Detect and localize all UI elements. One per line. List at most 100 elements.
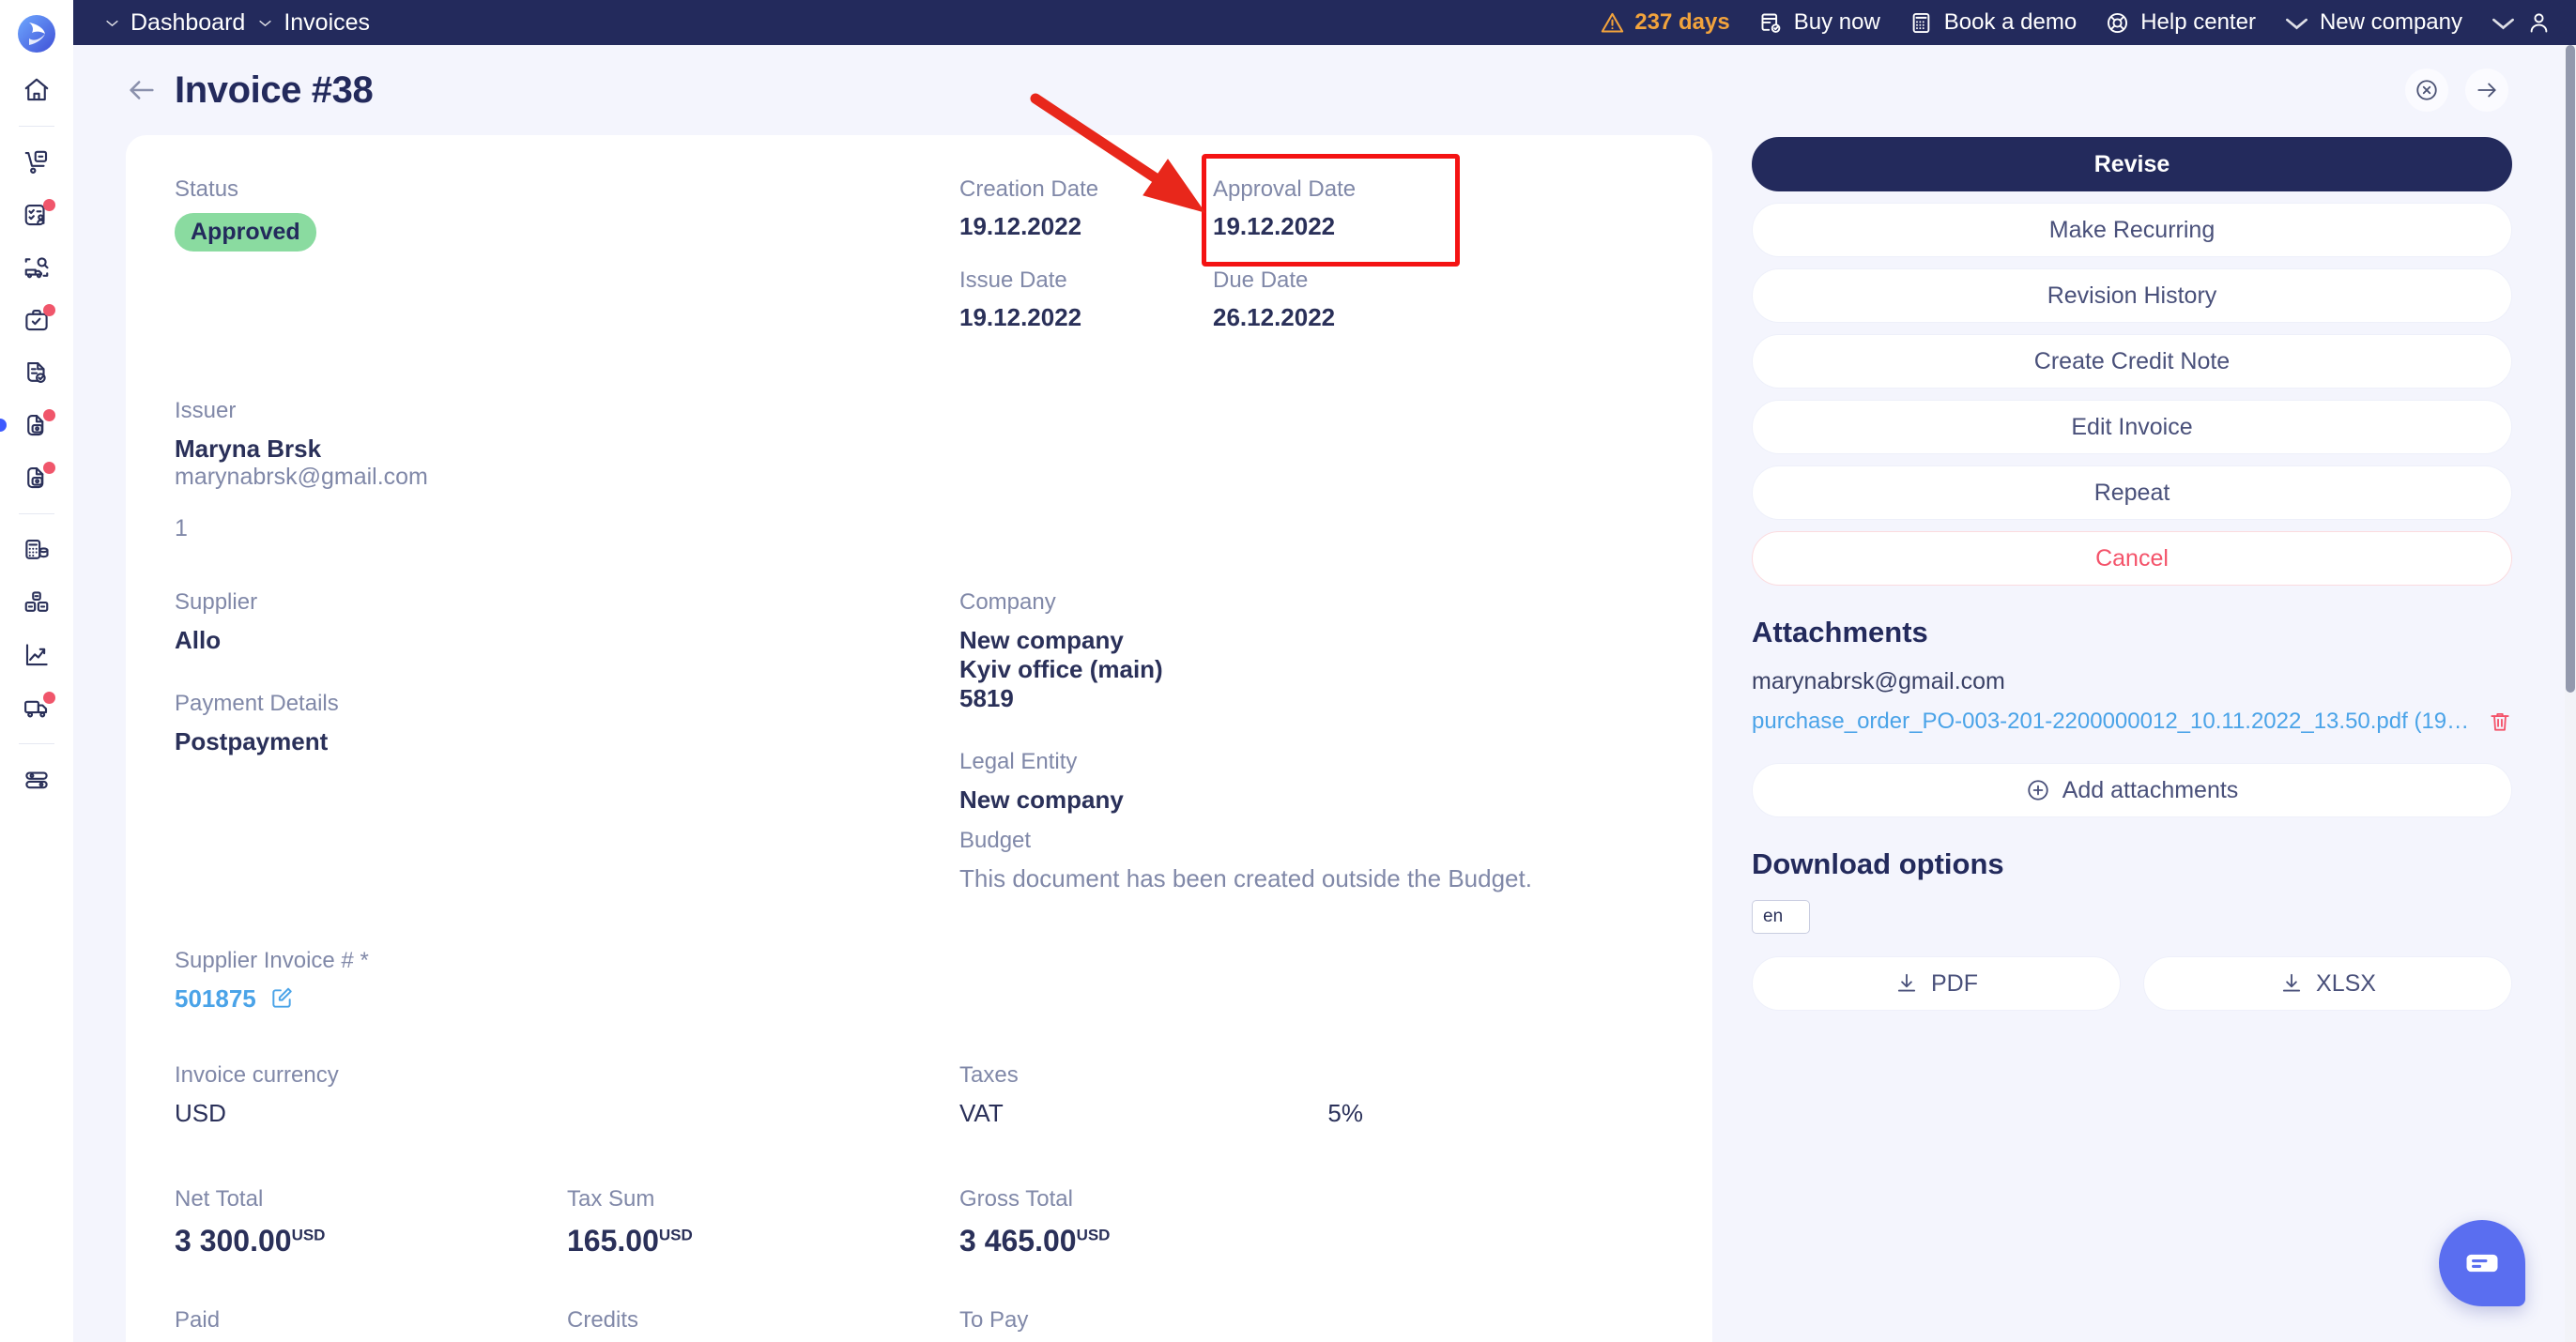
close-button[interactable] (2405, 69, 2448, 112)
taxes-block: Taxes VAT 5% (959, 1062, 1363, 1128)
sidebar-item-sourcing[interactable] (0, 241, 73, 294)
vertical-scrollbar[interactable] (2565, 45, 2576, 1342)
dates-col-right: Approval Date 19.12.2022 Due Date 26.12.… (1213, 176, 1466, 358)
breadcrumb-dashboard[interactable]: Dashboard (105, 9, 245, 37)
payment-details-value: Postpayment (175, 727, 329, 755)
edit-pencil-icon[interactable] (269, 986, 294, 1011)
issue-date-label: Issue Date (959, 267, 1067, 293)
company-label: Company (959, 589, 1056, 615)
calculator-demo-icon (1912, 12, 1930, 33)
net-total: Net Total 3 300.00USD (175, 1186, 567, 1258)
trial-days-badge[interactable]: 237 days (1600, 9, 1730, 36)
actions-sidebar: Revise Make Recurring Revision History C… (1752, 135, 2512, 1342)
creation-date-value: 19.12.2022 (959, 212, 1082, 240)
revise-button[interactable]: Revise (1752, 137, 2512, 191)
arrow-left-icon[interactable] (126, 74, 158, 106)
credits: Credits 0.00 (567, 1307, 959, 1342)
add-attachments-label: Add attachments (2062, 776, 2239, 803)
company-line-2: Kyiv office (main) (959, 655, 1163, 683)
sidebar-item-inventory[interactable] (0, 576, 73, 629)
sidebar-item-payments[interactable] (0, 451, 73, 504)
sidebar-item-requests[interactable] (0, 189, 73, 241)
download-xlsx-button[interactable]: XLSX (2143, 956, 2512, 1011)
attachment-file-name[interactable]: purchase_order_PO-003-201-2200000012_10.… (1752, 709, 2473, 735)
chevron-down-icon (2285, 18, 2308, 29)
repeat-button[interactable]: Repeat (1752, 465, 2512, 520)
document-check-icon (27, 361, 46, 383)
cancel-button[interactable]: Cancel (1752, 531, 2512, 586)
supplier-invoice-value[interactable]: 501875 (175, 984, 256, 1013)
language-select[interactable]: en (1752, 900, 1810, 934)
to-pay-label: To Pay (959, 1307, 1029, 1333)
budget-block: Budget This document has been created ou… (959, 828, 1617, 893)
sidebar-item-settings[interactable] (0, 754, 73, 806)
create-credit-note-button[interactable]: Create Credit Note (1752, 334, 2512, 389)
currency-value: USD (175, 1099, 226, 1127)
boxes-icon (24, 591, 49, 612)
tag-buy-icon (1761, 13, 1781, 33)
dates-block: Creation Date 19.12.2022 Issue Date 19.1… (959, 154, 1466, 358)
sidebar-item-invoices[interactable] (0, 399, 73, 451)
company-block: Company New company Kyiv office (main) 5… (959, 589, 1617, 713)
download-pdf-button[interactable]: PDF (1752, 956, 2121, 1011)
account-menu[interactable] (2491, 10, 2552, 36)
scrollbar-thumb[interactable] (2566, 45, 2575, 693)
next-button[interactable] (2465, 69, 2508, 112)
sidebar-item-home[interactable] (0, 64, 73, 116)
download-xlsx-label: XLSX (2316, 969, 2376, 997)
delivery-cart-icon (24, 150, 48, 174)
to-pay: To Pay 3 465.00 (959, 1307, 1352, 1342)
currency-label: Invoice currency (175, 1062, 339, 1088)
issuer-extra: 1 (175, 515, 188, 541)
truck-search-icon (24, 257, 49, 279)
totals-row-2: Paid 0.00 Credits 0.00 To Pay 3 465.00 (175, 1307, 1664, 1342)
user-avatar-icon (2530, 12, 2548, 32)
buy-now-button[interactable]: Buy now (1758, 9, 1880, 36)
page-title: Invoice #38 (175, 69, 374, 111)
sidebar-item-tasks[interactable] (0, 294, 73, 346)
attachments-email: marynabrsk@gmail.com (1752, 668, 2005, 694)
status-badge: Approved (175, 213, 316, 252)
net-total-amount: 3 300.00 (175, 1224, 292, 1258)
notification-badge (43, 304, 55, 316)
supplier-block: Supplier Allo (175, 589, 567, 655)
app-logo-icon[interactable] (0, 11, 73, 56)
tax-sum-amount: 165.00 (567, 1224, 659, 1258)
revision-history-button[interactable]: Revision History (1752, 268, 2512, 323)
legal-entity-value: New company (959, 785, 1124, 814)
sidebar-item-procurement[interactable] (0, 136, 73, 189)
page-header-actions (2405, 69, 2508, 112)
sidebar-item-logistics[interactable] (0, 681, 73, 734)
payment-details-label: Payment Details (175, 691, 339, 716)
sidebar-item-analytics[interactable] (0, 629, 73, 681)
issue-date-value: 19.12.2022 (959, 303, 1082, 331)
book-demo-button[interactable]: Book a demo (1909, 9, 2077, 36)
edit-invoice-button[interactable]: Edit Invoice (1752, 400, 2512, 454)
supplier-invoice-block: Supplier Invoice # * 501875 (175, 948, 567, 1014)
tax-sum-value: 165.00USD (567, 1224, 959, 1258)
download-icon (1897, 973, 1916, 992)
issuer-block: Issuer Maryna Brsk marynabrsk@gmail.com … (175, 398, 567, 542)
supplier-invoice-label: Supplier Invoice # * (175, 948, 369, 973)
chevron-down-icon (2492, 18, 2514, 29)
supplier-column: Supplier Allo Payment Details Postpaymen… (175, 589, 567, 893)
supplier-value: Allo (175, 626, 222, 654)
company-switcher[interactable]: New company (2284, 9, 2462, 36)
supplier-label: Supplier (175, 589, 258, 615)
status-block: Status Approved (175, 176, 567, 358)
sidebar-item-contracts[interactable] (0, 346, 73, 399)
mid-spacer (567, 589, 959, 893)
breadcrumb: Dashboard Invoices (105, 9, 370, 37)
tax-sum-label: Tax Sum (567, 1186, 655, 1212)
add-attachments-button[interactable]: Add attachments (1752, 763, 2512, 817)
notification-badge (43, 462, 55, 474)
page-content: Status Approved Creation Date 19.12.2022… (73, 135, 2565, 1342)
breadcrumb-invoices[interactable]: Invoices (258, 9, 370, 37)
top-row: Status Approved Creation Date 19.12.2022… (175, 154, 1664, 358)
dates-spacer (567, 176, 959, 358)
make-recurring-button[interactable]: Make Recurring (1752, 203, 2512, 257)
trash-icon[interactable] (2488, 709, 2512, 735)
sidebar-item-accounting[interactable] (0, 524, 73, 576)
help-center-button[interactable]: Help center (2105, 9, 2256, 36)
chat-widget-button[interactable] (2439, 1220, 2525, 1306)
